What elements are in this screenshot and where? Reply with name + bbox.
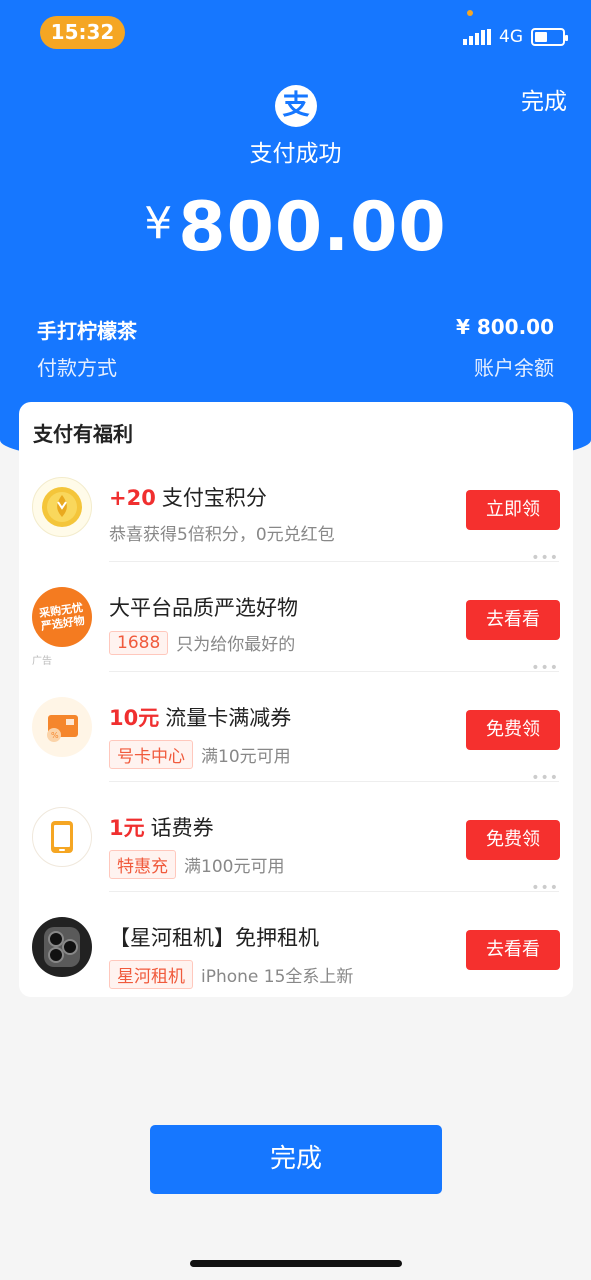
- svg-text:%: %: [51, 731, 59, 740]
- 1688-logo-icon: 采购无忧 严选好物: [32, 587, 92, 647]
- network-type: 4G: [499, 27, 523, 47]
- done-button[interactable]: 完成: [150, 1125, 442, 1194]
- payment-method-label: 付款方式: [37, 356, 117, 380]
- benefit-title: 大平台品质严选好物: [109, 596, 298, 620]
- payment-method-row: 付款方式 账户余额: [37, 352, 554, 381]
- home-indicator[interactable]: [190, 1260, 402, 1267]
- status-icons: 4G: [463, 26, 568, 48]
- iphone-camera-icon: [32, 917, 92, 977]
- payment-success-title: 支付成功: [249, 141, 342, 167]
- view-rental-button[interactable]: 去看看: [466, 930, 560, 970]
- sim-card-icon: %: [32, 697, 92, 757]
- benefit-tag: 星河租机: [109, 960, 193, 989]
- merchant-name: 手打柠檬茶: [37, 319, 137, 343]
- benefit-item-phone-rental[interactable]: ••• 【星河租机】免押租机 星河租机 iPhone 15全系上新 去看看: [19, 880, 573, 997]
- benefit-item-1688[interactable]: ••• 采购无忧 严选好物 广告 大平台品质严选好物 1688 只为给你最好的 去…: [19, 550, 573, 672]
- benefit-title: +20 支付宝积分: [109, 486, 267, 510]
- more-options-icon[interactable]: •••: [531, 770, 559, 786]
- benefit-subtitle: 号卡中心 满10元可用: [109, 740, 291, 769]
- benefit-tag: 特惠充: [109, 850, 176, 879]
- status-time: 15:32: [40, 16, 125, 49]
- alipay-logo-icon: 支: [275, 85, 317, 127]
- signal-icon: [463, 29, 491, 45]
- benefits-card: 支付有福利 +20 支付宝积分 恭喜获得5倍积分，0元兑红包 立即领 ••• 采购…: [19, 402, 573, 997]
- claim-data-coupon-button[interactable]: 免费领: [466, 710, 560, 750]
- benefit-subtitle: 1688 只为给你最好的: [109, 630, 295, 655]
- more-options-icon[interactable]: •••: [531, 880, 559, 896]
- benefit-item-points[interactable]: +20 支付宝积分 恭喜获得5倍积分，0元兑红包 立即领: [19, 452, 573, 562]
- privacy-indicator-dot: [467, 10, 473, 16]
- payment-amount: ¥800.00: [0, 188, 591, 267]
- ad-label: 广告: [32, 656, 52, 667]
- benefit-tag: 号卡中心: [109, 740, 193, 769]
- view-1688-button[interactable]: 去看看: [466, 600, 560, 640]
- more-options-icon[interactable]: •••: [531, 660, 559, 676]
- benefit-title: 1元 话费券: [109, 816, 214, 840]
- battery-icon: [531, 28, 568, 46]
- points-coin-icon: [32, 477, 92, 537]
- more-options-icon[interactable]: •••: [531, 550, 559, 566]
- currency-symbol: ¥: [144, 198, 173, 249]
- amount-value: 800.00: [178, 188, 447, 267]
- benefit-tag: 1688: [109, 630, 169, 655]
- payment-method-value: 账户余额: [474, 356, 554, 380]
- benefit-subtitle: 星河租机 iPhone 15全系上新: [109, 960, 353, 989]
- claim-points-button[interactable]: 立即领: [466, 490, 560, 530]
- benefit-subtitle: 特惠充 满100元可用: [109, 850, 284, 879]
- claim-phone-coupon-button[interactable]: 免费领: [466, 820, 560, 860]
- phone-icon: [32, 807, 92, 867]
- benefit-item-phone-bill[interactable]: ••• 1元 话费券 特惠充 满100元可用 免费领: [19, 770, 573, 892]
- merchant-amount: ¥ 800.00: [455, 315, 554, 339]
- benefit-subtitle: 恭喜获得5倍积分，0元兑红包: [109, 525, 335, 545]
- benefit-title: 【星河租机】免押租机: [109, 926, 319, 950]
- merchant-row: 手打柠檬茶 ¥ 800.00: [37, 315, 554, 344]
- done-link-top[interactable]: 完成: [521, 82, 567, 116]
- benefits-title: 支付有福利: [33, 422, 133, 446]
- benefit-title: 10元 流量卡满减券: [109, 706, 292, 730]
- benefit-item-data-card[interactable]: ••• % 10元 流量卡满减券 号卡中心 满10元可用 免费领: [19, 660, 573, 782]
